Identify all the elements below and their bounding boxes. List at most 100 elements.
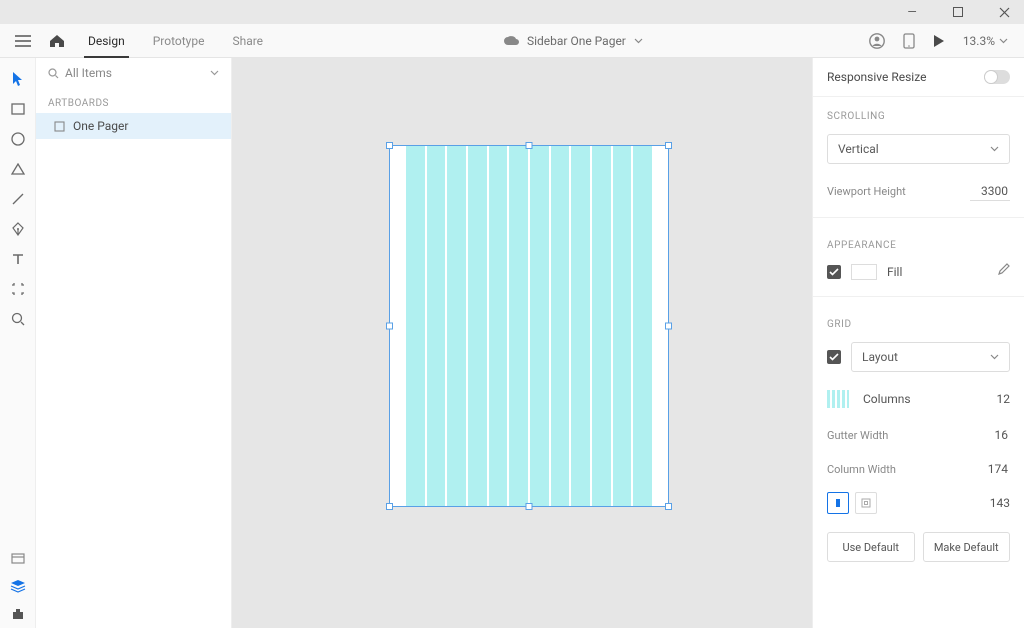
chevron-down-icon	[990, 354, 999, 360]
fill-color-swatch[interactable]	[851, 264, 877, 280]
menu-button[interactable]	[6, 24, 40, 58]
rectangle-icon	[11, 103, 25, 115]
plugin-icon	[11, 608, 25, 620]
resize-handle-tl[interactable]	[386, 142, 393, 149]
resize-handle-bl[interactable]	[386, 503, 393, 510]
play-icon	[933, 34, 945, 48]
tool-ellipse[interactable]	[0, 124, 36, 154]
margin-input[interactable]: 143	[990, 496, 1010, 510]
window-minimize-button[interactable]: —	[898, 0, 926, 24]
grid-checkbox[interactable]	[827, 350, 841, 364]
artboard-item-label: One Pager	[73, 119, 128, 133]
search-icon	[48, 68, 59, 79]
pointer-icon	[12, 71, 24, 87]
resize-handle-ml[interactable]	[386, 323, 393, 330]
magnifier-icon	[11, 312, 25, 326]
tool-rectangle[interactable]	[0, 94, 36, 124]
library-icon	[11, 552, 25, 564]
window-close-button[interactable]	[990, 0, 1018, 24]
artboard-item-icon	[54, 121, 65, 132]
resize-handle-tr[interactable]	[665, 142, 672, 149]
layout-grid-overlay	[406, 146, 652, 506]
column-width-label: Column Width	[827, 463, 896, 476]
preview-mobile-button[interactable]	[903, 33, 915, 49]
fill-checkbox[interactable]	[827, 265, 841, 279]
layers-filter[interactable]: All Items	[36, 58, 231, 88]
window-titlebar: —	[0, 0, 1024, 24]
grid-type-value: Layout	[862, 350, 898, 364]
grid-type-select[interactable]: Layout	[851, 342, 1010, 372]
panel-assets[interactable]	[0, 544, 36, 572]
gutter-width-label: Gutter Width	[827, 429, 888, 442]
tool-polygon[interactable]	[0, 154, 36, 184]
panel-layers[interactable]	[0, 572, 36, 600]
tool-artboard[interactable]	[0, 274, 36, 304]
close-icon	[999, 7, 1010, 18]
margin-individual-button[interactable]	[855, 492, 877, 514]
tab-prototype[interactable]: Prototype	[139, 24, 219, 58]
columns-input[interactable]: 12	[997, 392, 1011, 406]
tool-pen[interactable]	[0, 214, 36, 244]
column-width-input[interactable]: 174	[970, 460, 1010, 478]
gutter-width-input[interactable]: 16	[970, 426, 1010, 444]
grid-color-swatch[interactable]	[827, 390, 849, 408]
window-maximize-button[interactable]	[944, 0, 972, 24]
triangle-icon	[11, 163, 25, 175]
tool-text[interactable]	[0, 244, 36, 274]
canvas[interactable]	[232, 58, 812, 628]
layers-icon	[10, 579, 26, 593]
document-title[interactable]: Sidebar One Pager	[277, 34, 869, 48]
tab-design[interactable]: Design	[74, 24, 139, 58]
artboard-icon	[11, 282, 25, 296]
maximize-icon	[953, 7, 963, 17]
panel-plugins[interactable]	[0, 600, 36, 628]
viewport-height-input[interactable]: 3300	[970, 182, 1010, 201]
preview-play-button[interactable]	[933, 34, 945, 48]
account-button[interactable]	[869, 33, 885, 49]
mobile-icon	[903, 33, 915, 49]
tool-line[interactable]	[0, 184, 36, 214]
use-default-button[interactable]: Use Default	[827, 532, 915, 562]
artboard-one-pager[interactable]	[390, 146, 668, 506]
artboard-item[interactable]: One Pager	[36, 113, 231, 139]
tool-select[interactable]	[0, 64, 36, 94]
scrolling-select[interactable]: Vertical	[827, 134, 1010, 164]
artboard-selection[interactable]	[390, 146, 668, 506]
artboards-section-header: ARTBOARDS	[36, 88, 231, 113]
resize-handle-br[interactable]	[665, 503, 672, 510]
zoom-value: 13.3%	[963, 34, 995, 48]
make-default-button[interactable]: Make Default	[923, 532, 1011, 562]
line-icon	[11, 192, 25, 206]
scrolling-header: SCROLLING	[813, 97, 1024, 126]
margin-linked-button[interactable]	[827, 492, 849, 514]
layers-filter-label: All Items	[65, 66, 112, 80]
responsive-resize-toggle[interactable]	[984, 70, 1010, 84]
zoom-dropdown[interactable]: 13.3%	[963, 34, 1008, 48]
minimize-icon: —	[907, 5, 916, 19]
layers-panel: All Items ARTBOARDS One Pager	[36, 58, 232, 628]
check-icon	[829, 353, 839, 361]
tool-rail	[0, 58, 36, 628]
resize-handle-mr[interactable]	[665, 323, 672, 330]
eyedropper-icon	[996, 263, 1010, 277]
chevron-down-icon	[999, 38, 1008, 44]
eyedropper-button[interactable]	[996, 263, 1010, 280]
chevron-down-icon	[634, 38, 643, 44]
tab-share[interactable]: Share	[218, 24, 277, 58]
inspector-panel: Responsive Resize SCROLLING Vertical Vie…	[812, 58, 1024, 628]
responsive-resize-label: Responsive Resize	[827, 70, 926, 84]
grid-header: GRID	[813, 305, 1024, 334]
home-button[interactable]	[40, 24, 74, 58]
ellipse-icon	[11, 132, 25, 146]
resize-handle-bc[interactable]	[526, 503, 533, 510]
text-icon	[12, 253, 24, 265]
document-title-text: Sidebar One Pager	[527, 34, 626, 48]
hamburger-icon	[15, 35, 31, 47]
tool-zoom[interactable]	[0, 304, 36, 334]
appearance-header: APPEARANCE	[813, 226, 1024, 255]
app-topbar: Design Prototype Share Sidebar One Pager…	[0, 24, 1024, 58]
check-icon	[829, 268, 839, 276]
scrolling-select-value: Vertical	[838, 142, 879, 156]
resize-handle-tc[interactable]	[526, 142, 533, 149]
chevron-down-icon	[990, 146, 999, 152]
